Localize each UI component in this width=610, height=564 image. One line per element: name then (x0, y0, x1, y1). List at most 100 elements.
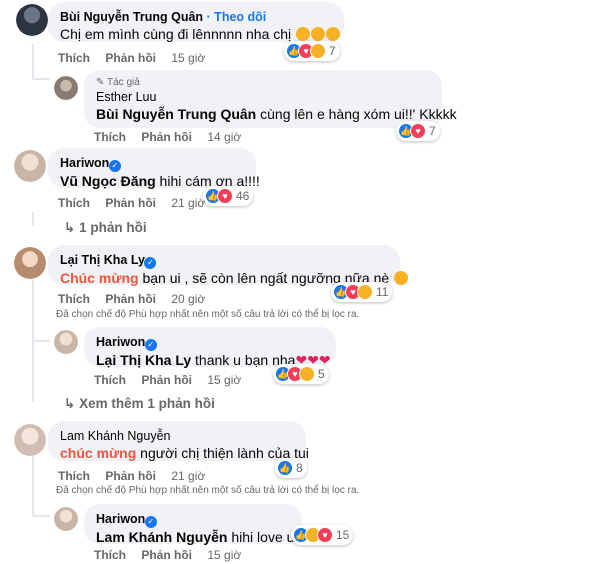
reaction-count: 5 (318, 367, 325, 381)
verified-badge-icon: ✓ (144, 339, 157, 351)
reply-button[interactable]: Phản hồi (141, 548, 192, 562)
avatar[interactable] (14, 247, 46, 279)
comment-bubble: Bùi Nguyễn Trung Quân · Theo dõi Chị em … (48, 2, 344, 42)
filter-note: Đã chọn chế độ Phù hợp nhất nên một số c… (56, 309, 360, 320)
view-more-replies-link[interactable]: ↳ Xem thêm 1 phản hồi (64, 396, 215, 412)
commenter-name[interactable]: Lại Thị Kha Ly (60, 253, 145, 267)
commenter-name[interactable]: Bùi Nguyễn Trung Quân (60, 10, 203, 24)
avatar[interactable] (54, 330, 78, 354)
reaction-summary[interactable]: 👍 ♥ 15 (291, 525, 354, 545)
haha-reaction-icon (310, 43, 326, 59)
reply-button[interactable]: Phản hồi (105, 292, 156, 306)
timestamp[interactable]: 21 giờ (171, 196, 205, 210)
reaction-count: 8 (296, 461, 303, 475)
thread-line (32, 455, 34, 515)
tagged-user-link[interactable]: Vũ Ngọc Đăng (60, 173, 156, 189)
smiling-hearts-emoji-icon (394, 271, 409, 285)
wow-reaction-icon (357, 284, 373, 300)
comment-actions: Thích Phản hồi 15 giờ (94, 548, 241, 562)
view-replies-link[interactable]: ↳ 1 phản hồi (64, 220, 147, 236)
comment-actions: Thích Phản hồi 14 giờ (94, 130, 241, 144)
comment-bubble: Lam Khánh Nguyễn chúc mừng người chị thi… (48, 421, 309, 461)
love-reaction-icon: ♥ (217, 188, 233, 204)
reaction-summary[interactable]: 👍 ♥ 5 (273, 364, 329, 384)
thread-line (32, 340, 34, 402)
love-reaction-icon: ♥ (317, 527, 333, 543)
thread-line (32, 280, 34, 340)
reply-button[interactable]: Phản hồi (105, 469, 156, 483)
pencil-icon: ✎ (96, 77, 105, 88)
reply-button[interactable]: Phản hồi (105, 51, 156, 65)
reaction-summary[interactable]: 👍 ♥ 7 (396, 121, 440, 141)
reply-button[interactable]: Phản hồi (141, 373, 192, 387)
thread-line (32, 44, 34, 78)
commenter-name[interactable]: Hariwon (96, 335, 145, 349)
reaction-count: 11 (376, 285, 389, 299)
highlight-text: chúc mừng (60, 445, 137, 461)
comment-text: Lam Khánh Nguyễn hihi love u!! (96, 529, 303, 545)
comment-actions: Thích Phản hồi 20 giờ (58, 292, 205, 306)
timestamp[interactable]: 20 giờ (171, 292, 205, 306)
reaction-count: 15 (336, 528, 350, 542)
reaction-summary[interactable]: 👍 8 (275, 458, 307, 478)
reply-button[interactable]: Phản hồi (105, 196, 156, 210)
timestamp[interactable]: 15 giờ (207, 373, 241, 387)
comment-text: Bùi Nguyễn Trung Quân cùng lên e hàng xó… (96, 106, 457, 122)
like-reaction-icon: 👍 (277, 460, 293, 476)
timestamp[interactable]: 15 giờ (171, 51, 205, 65)
highlight-text: Chúc mừng (60, 270, 139, 286)
reaction-summary[interactable]: 👍 ♥ 11 (331, 282, 393, 302)
avatar[interactable] (54, 507, 78, 531)
follow-link[interactable]: · Theo dõi (207, 10, 267, 24)
filter-note: Đã chọn chế độ Phù hợp nhất nên một số c… (56, 485, 360, 496)
comment-bubble: Lại Thị Kha Ly ✓ Chúc mừng bạn ui , sẽ c… (48, 245, 409, 286)
avatar[interactable] (14, 150, 46, 182)
comment-actions: Thích Phản hồi 15 giờ (94, 373, 241, 387)
heart-eyes-emoji-icon (326, 27, 341, 41)
timestamp[interactable]: 14 giờ (207, 130, 241, 144)
commenter-name[interactable]: Hariwon (96, 512, 145, 526)
comment-text: chúc mừng người chị thiện lành của tui (60, 445, 309, 461)
thread-line (32, 515, 50, 517)
commenter-name[interactable]: Esther Luu (96, 89, 430, 105)
comment-actions: Thích Phản hồi 15 giờ (58, 51, 205, 65)
verified-badge-icon: ✓ (108, 160, 121, 172)
like-button[interactable]: Thích (58, 51, 90, 65)
like-button[interactable]: Thích (94, 130, 126, 144)
avatar[interactable] (16, 4, 48, 36)
timestamp[interactable]: 15 giờ (207, 548, 241, 562)
thread-line (32, 78, 50, 80)
commenter-name[interactable]: Lam Khánh Nguyễn (60, 428, 294, 444)
commenter-name[interactable]: Hariwon (60, 156, 109, 170)
heart-eyes-emoji-icon (296, 27, 311, 41)
comment-bubble: Hariwon ✓ Lại Thị Kha Ly thank u bạn nha… (84, 327, 336, 368)
reply-arrow-icon: ↳ (64, 220, 76, 235)
avatar[interactable] (14, 424, 46, 456)
timestamp[interactable]: 21 giờ (171, 469, 205, 483)
like-button[interactable]: Thích (58, 292, 90, 306)
comment-actions: Thích Phản hồi 21 giờ (58, 469, 205, 483)
heart-eyes-emoji-icon (311, 27, 326, 41)
like-button[interactable]: Thích (94, 548, 126, 562)
tagged-user-link[interactable]: Bùi Nguyễn Trung Quân (96, 106, 256, 122)
reaction-summary[interactable]: 👍 ♥ 46 (203, 186, 254, 206)
verified-badge-icon: ✓ (144, 257, 157, 269)
reaction-count: 7 (429, 124, 436, 138)
comment-actions: Thích Phản hồi 21 giờ (58, 196, 205, 210)
author-badge: ✎ Tác giả (96, 77, 140, 88)
thread-line (32, 340, 50, 342)
like-button[interactable]: Thích (58, 469, 90, 483)
reaction-count: 46 (236, 189, 250, 203)
verified-badge-icon: ✓ (144, 516, 157, 528)
tagged-user-link[interactable]: Lam Khánh Nguyễn (96, 529, 227, 545)
reply-button[interactable]: Phản hồi (141, 130, 192, 144)
thread-line (32, 212, 34, 226)
reaction-summary[interactable]: 👍 ♥ 7 (284, 41, 340, 61)
like-button[interactable]: Thích (58, 196, 90, 210)
like-button[interactable]: Thích (94, 373, 126, 387)
comment-bubble: Hariwon ✓ Lam Khánh Nguyễn hihi love u!! (84, 504, 303, 545)
avatar[interactable] (54, 76, 78, 100)
comment-bubble: ✎ Tác giả Esther Luu Bùi Nguyễn Trung Qu… (84, 70, 457, 128)
tagged-user-link[interactable]: Lại Thị Kha Ly (96, 352, 191, 368)
love-reaction-icon: ♥ (410, 123, 426, 139)
